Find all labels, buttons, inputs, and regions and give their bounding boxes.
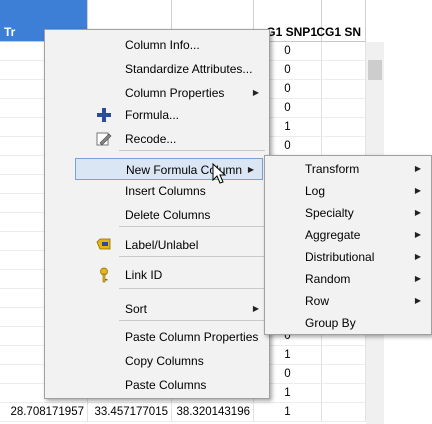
column-context-menu: Column Info... Standardize Attributes... C…	[44, 29, 270, 399]
submenu-item-group-by[interactable]: Group By	[267, 312, 429, 334]
submenu-item-distributional[interactable]: Distributional ▶	[267, 246, 429, 268]
submenu-arrow-icon: ▶	[414, 230, 421, 239]
menu-item-label: Group By	[305, 316, 356, 330]
recode-icon	[96, 131, 112, 147]
menu-item-standardize-attributes[interactable]: Standardize Attributes...	[47, 58, 267, 80]
menu-item-label: Specialty	[305, 206, 354, 220]
menu-item-column-info[interactable]: Column Info...	[47, 34, 267, 56]
table-cell[interactable]	[322, 384, 366, 403]
menu-item-label: Random	[305, 272, 351, 286]
submenu-item-row[interactable]: Row ▶	[267, 290, 429, 312]
column-header-label: Tr	[4, 25, 16, 39]
submenu-arrow-icon: ▶	[414, 186, 421, 195]
submenu-item-log[interactable]: Log ▶	[267, 180, 429, 202]
menu-item-link-id[interactable]: Link ID	[47, 264, 267, 286]
menu-item-label: Aggregate	[305, 228, 361, 242]
menu-separator	[119, 226, 265, 227]
table-cell[interactable]	[322, 346, 366, 365]
menu-item-new-formula-column[interactable]: New Formula Column ▶	[75, 158, 263, 180]
scrollbar-thumb[interactable]	[368, 60, 382, 80]
table-cell[interactable]: 1	[254, 403, 322, 422]
column-header-label: CG1 SN	[316, 25, 361, 39]
new-formula-column-submenu: Transform ▶ Log ▶ Specialty ▶ Aggregate ▶ Distri…	[264, 155, 432, 335]
submenu-item-aggregate[interactable]: Aggregate ▶	[267, 224, 429, 246]
menu-item-label: Sort	[125, 302, 148, 316]
submenu-arrow-icon: ▶	[414, 274, 421, 283]
plus-icon	[96, 107, 112, 123]
menu-item-label: Log	[305, 184, 326, 198]
menu-separator	[119, 150, 265, 151]
submenu-arrow-icon: ▶	[414, 208, 421, 217]
menu-item-label: Row	[305, 294, 330, 308]
table-cell[interactable]: 28.708171957	[0, 403, 88, 422]
table-cell[interactable]	[322, 42, 366, 61]
table-cell[interactable]	[322, 99, 366, 118]
menu-item-label: Standardize Attributes...	[125, 62, 253, 76]
table-cell[interactable]	[322, 403, 366, 422]
submenu-arrow-icon: ▶	[414, 296, 421, 305]
menu-item-column-properties[interactable]: Column Properties ▶	[47, 82, 267, 104]
menu-item-label: Column Info...	[125, 38, 200, 52]
menu-separator	[119, 288, 265, 289]
menu-separator	[119, 256, 265, 257]
column-header-4[interactable]: CG1 SN	[316, 0, 366, 42]
menu-item-copy-columns[interactable]: Copy Columns	[47, 350, 267, 372]
menu-item-label: Link ID	[125, 268, 163, 282]
label-icon	[96, 237, 112, 253]
menu-item-label: Delete Columns	[125, 208, 211, 222]
menu-item-label: Insert Columns	[125, 184, 206, 198]
submenu-arrow-icon: ▶	[252, 88, 259, 97]
menu-item-label: Column Properties	[125, 86, 225, 100]
menu-item-label: Paste Column Properties	[125, 330, 259, 344]
table-cell[interactable]	[322, 118, 366, 137]
table-cell[interactable]: 38.320143196	[172, 403, 254, 422]
menu-item-label: Transform	[305, 162, 360, 176]
menu-item-label-unlabel[interactable]: Label/Unlabel	[47, 234, 267, 256]
table-cell[interactable]	[322, 61, 366, 80]
submenu-arrow-icon: ▶	[247, 165, 254, 174]
menu-item-label: Label/Unlabel	[125, 238, 199, 252]
submenu-item-transform[interactable]: Transform ▶	[267, 158, 429, 180]
submenu-arrow-icon: ▶	[252, 304, 259, 313]
menu-item-formula[interactable]: Formula...	[47, 104, 267, 126]
key-icon	[96, 267, 112, 283]
menu-item-label: Copy Columns	[125, 354, 204, 368]
submenu-item-specialty[interactable]: Specialty ▶	[267, 202, 429, 224]
submenu-item-random[interactable]: Random ▶	[267, 268, 429, 290]
table-cell[interactable]	[322, 80, 366, 99]
mouse-cursor-icon	[212, 163, 227, 184]
table-row[interactable]: 28.708171957 33.457177015 38.320143196 1	[0, 403, 390, 422]
submenu-arrow-icon: ▶	[414, 252, 421, 261]
table-cell[interactable]: 33.457177015	[88, 403, 172, 422]
table-cell[interactable]	[322, 137, 366, 156]
submenu-arrow-icon: ▶	[414, 164, 421, 173]
menu-item-sort[interactable]: Sort ▶	[47, 298, 267, 320]
menu-item-label: Distributional	[305, 250, 375, 264]
menu-item-label: Formula...	[125, 108, 180, 122]
menu-item-label: Paste Columns	[125, 378, 207, 392]
menu-item-insert-columns[interactable]: Insert Columns	[47, 180, 267, 202]
menu-item-delete-columns[interactable]: Delete Columns	[47, 204, 267, 226]
column-header-label: G1 SNP1	[266, 25, 317, 39]
menu-item-paste-column-properties[interactable]: Paste Column Properties	[47, 326, 267, 348]
table-cell[interactable]	[322, 365, 366, 384]
menu-separator	[119, 320, 265, 321]
menu-item-label: Recode...	[125, 132, 177, 146]
menu-item-recode[interactable]: Recode...	[47, 128, 267, 150]
menu-item-paste-columns[interactable]: Paste Columns	[47, 374, 267, 396]
